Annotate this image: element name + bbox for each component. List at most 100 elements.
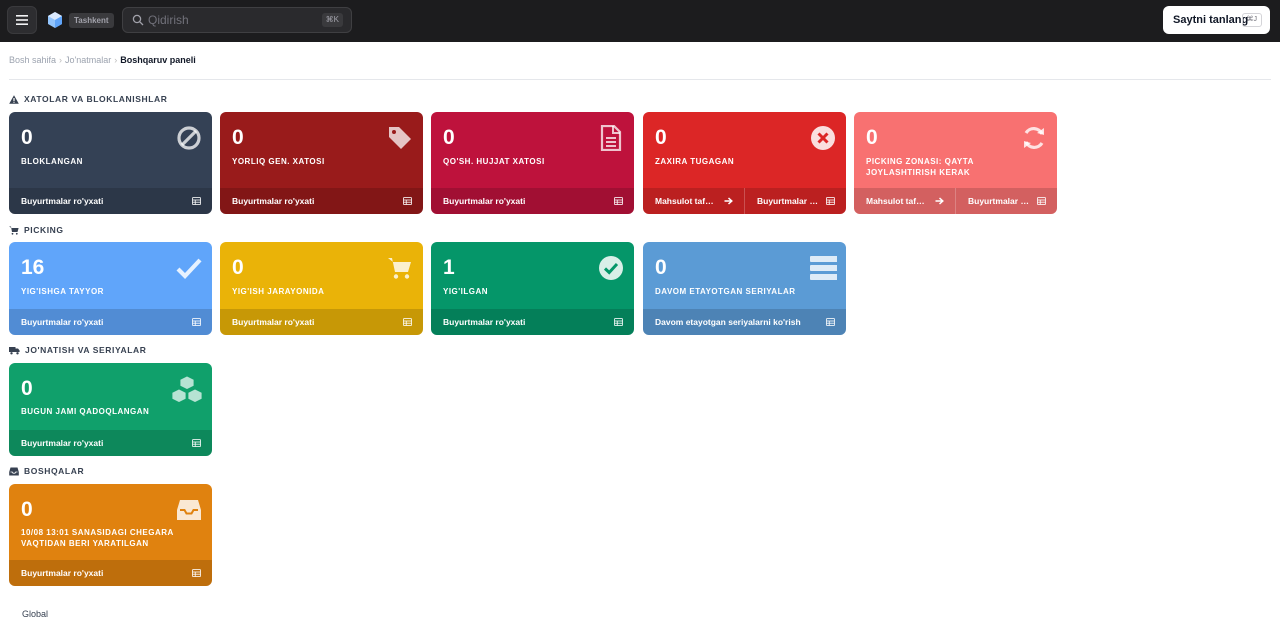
table-icon: [192, 439, 201, 447]
card-label: YIG'ISH JARAYONIDA: [232, 287, 325, 296]
orders-list-link[interactable]: Buyurtmalar ro'yxati: [431, 188, 634, 214]
search-shortcut: ⌘K: [321, 13, 343, 27]
table-icon: [826, 197, 835, 205]
table-icon: [614, 197, 623, 205]
card-footer: Mahsulot tafsilotlari Buyurtmalar ro'yxa…: [643, 188, 846, 214]
view-ongoing-series-link[interactable]: Davom etayotgan seriyalarni ko'rish: [643, 309, 846, 335]
product-details-link[interactable]: Mahsulot tafsilotlari: [643, 188, 744, 214]
card-label: QO'SH. HUJJAT XATOSI: [443, 157, 545, 166]
orders-list-label: Buyurtmalar ro'yxati: [21, 568, 104, 578]
orders-list-link[interactable]: Buyurtmalar ro'yxati: [220, 188, 423, 214]
card-label: YIG'ISHGA TAYYOR: [21, 287, 104, 296]
orders-list-link[interactable]: Buyurtmalar ro'yxati: [744, 188, 846, 214]
check-icon: [176, 258, 202, 280]
orders-list-link[interactable]: Buyurtmalar ro'yxati: [9, 560, 212, 586]
select-site-label: Saytni tanlang: [1173, 14, 1249, 26]
location-badge[interactable]: Tashkent: [69, 13, 114, 28]
footer-global-label: Global: [22, 609, 49, 619]
arrow-right-icon: [724, 197, 733, 205]
orders-list-link[interactable]: Buyurtmalar ro'yxati: [955, 188, 1057, 214]
card-relocation[interactable]: 0 PICKING ZONASI: QAYTA JOYLASHTIRISH KE…: [854, 112, 1057, 214]
card-footer: Buyurtmalar ro'yxati: [431, 309, 634, 335]
breadcrumb-separator: ›: [59, 55, 63, 65]
card-label: BLOKLANGAN: [21, 157, 83, 166]
card-picked[interactable]: 1 YIG'ILGAN Buyurtmalar ro'yxati: [431, 242, 634, 335]
inbox-icon: [177, 500, 201, 520]
select-site-button[interactable]: Saytni tanlang ⌘J: [1163, 6, 1270, 34]
card-blocked[interactable]: 0 BLOKLANGAN Buyurtmalar ro'yxati: [9, 112, 212, 214]
search-box[interactable]: Qidirish ⌘K: [122, 7, 352, 33]
card-footer: Buyurtmalar ro'yxati: [220, 188, 423, 214]
card-count: 0: [443, 126, 455, 149]
card-count: 0: [232, 256, 244, 279]
orders-list-link[interactable]: Buyurtmalar ro'yxati: [431, 309, 634, 335]
section-title-other: BOSHQALAR: [9, 465, 84, 477]
orders-list-label: Buyurtmalar ro'yxati: [21, 317, 104, 327]
hamburger-icon: [16, 15, 28, 25]
orders-list-label: Buyurtmalar ro'yxati: [232, 317, 315, 327]
orders-list-link[interactable]: Buyurtmalar ro'yxati: [220, 309, 423, 335]
orders-list-label: Buyurtmalar ro'yxati: [232, 196, 315, 206]
card-packed-today[interactable]: 0 BUGUN JAMI QADOQLANGAN Buyurtmalar ro'…: [9, 363, 212, 456]
orders-list-link[interactable]: Buyurtmalar ro'yxati: [9, 430, 212, 456]
search-placeholder: Qidirish: [148, 13, 189, 27]
orders-list-label: Buyurtmalar ro'yxati: [21, 196, 104, 206]
card-count: 0: [21, 377, 33, 400]
card-label: YIG'ILGAN: [443, 287, 489, 296]
table-icon: [403, 197, 412, 205]
cubes-icon: [171, 375, 203, 403]
ban-icon: [177, 126, 201, 150]
product-details-label: Mahsulot tafsilotlari: [866, 196, 928, 206]
card-ready-to-pick[interactable]: 16 YIG'ISHGA TAYYOR Buyurtmalar ro'yxati: [9, 242, 212, 335]
menu-button[interactable]: [7, 6, 37, 34]
card-label: BUGUN JAMI QADOQLANGAN: [21, 407, 150, 416]
card-footer: Buyurtmalar ro'yxati: [9, 560, 212, 586]
card-ongoing-series[interactable]: 0 DAVOM ETAYOTGAN SERIYALAR Davom etayot…: [643, 242, 846, 335]
table-icon: [192, 318, 201, 326]
breadcrumb-current: Boshqaruv paneli: [120, 55, 196, 65]
orders-list-label: Buyurtmalar ro'yxati: [757, 196, 819, 206]
card-count: 0: [655, 256, 667, 279]
orders-list-link[interactable]: Buyurtmalar ro'yxati: [9, 188, 212, 214]
card-footer: Buyurtmalar ro'yxati: [9, 188, 212, 214]
table-icon: [192, 569, 201, 577]
x-circle-icon: [811, 126, 835, 150]
table-icon: [826, 318, 835, 326]
table-icon: [614, 318, 623, 326]
card-count: 0: [21, 498, 33, 521]
arrow-right-icon: [935, 197, 944, 205]
card-label: DAVOM ETAYOTGAN SERIYALAR: [655, 287, 796, 296]
table-icon: [192, 197, 201, 205]
card-label-error[interactable]: 0 YORLIQ GEN. XATOSI Buyurtmalar ro'yxat…: [220, 112, 423, 214]
orders-list-label: Buyurtmalar ro'yxati: [968, 196, 1030, 206]
card-footer: Buyurtmalar ro'yxati: [9, 430, 212, 456]
section-errors-label: XATOLAR VA BLOKLANISHLAR: [24, 94, 168, 104]
orders-list-link[interactable]: Buyurtmalar ro'yxati: [9, 309, 212, 335]
card-doc-error[interactable]: 0 QO'SH. HUJJAT XATOSI Buyurtmalar ro'yx…: [431, 112, 634, 214]
check-circle-icon: [599, 256, 623, 280]
top-bar: Tashkent Qidirish ⌘K Saytni tanlang ⌘J: [0, 0, 1280, 42]
breadcrumb-shipments[interactable]: Jo'natmalar: [65, 55, 111, 65]
card-label: 10/08 13:01 SANASIDAGI CHEGARA VAQTIDAN …: [21, 528, 174, 548]
card-out-of-stock[interactable]: 0 ZAXIRA TUGAGAN Mahsulot tafsilotlari B…: [643, 112, 846, 214]
card-created-since[interactable]: 0 10/08 13:01 SANASIDAGI CHEGARA VAQTIDA…: [9, 484, 212, 586]
section-picking-label: PICKING: [24, 225, 64, 235]
inbox-icon: [9, 467, 19, 475]
card-label: YORLIQ GEN. XATOSI: [232, 157, 325, 166]
section-title-picking: PICKING: [9, 224, 64, 236]
product-details-link[interactable]: Mahsulot tafsilotlari: [854, 188, 955, 214]
tag-icon: [389, 127, 411, 149]
view-ongoing-series-label: Davom etayotgan seriyalarni ko'rish: [655, 317, 801, 327]
card-count: 0: [21, 126, 33, 149]
card-footer: Mahsulot tafsilotlari Buyurtmalar ro'yxa…: [854, 188, 1057, 214]
table-icon: [403, 318, 412, 326]
truck-icon: [9, 346, 20, 354]
card-footer: Buyurtmalar ro'yxati: [9, 309, 212, 335]
breadcrumb-home[interactable]: Bosh sahifa: [9, 55, 56, 65]
card-picking-in-progress[interactable]: 0 YIG'ISH JARAYONIDA Buyurtmalar ro'yxat…: [220, 242, 423, 335]
card-count: 0: [232, 126, 244, 149]
card-count: 0: [655, 126, 667, 149]
refresh-icon: [1024, 127, 1044, 149]
header-divider: [9, 79, 1271, 80]
cube-logo-icon[interactable]: [46, 11, 64, 29]
